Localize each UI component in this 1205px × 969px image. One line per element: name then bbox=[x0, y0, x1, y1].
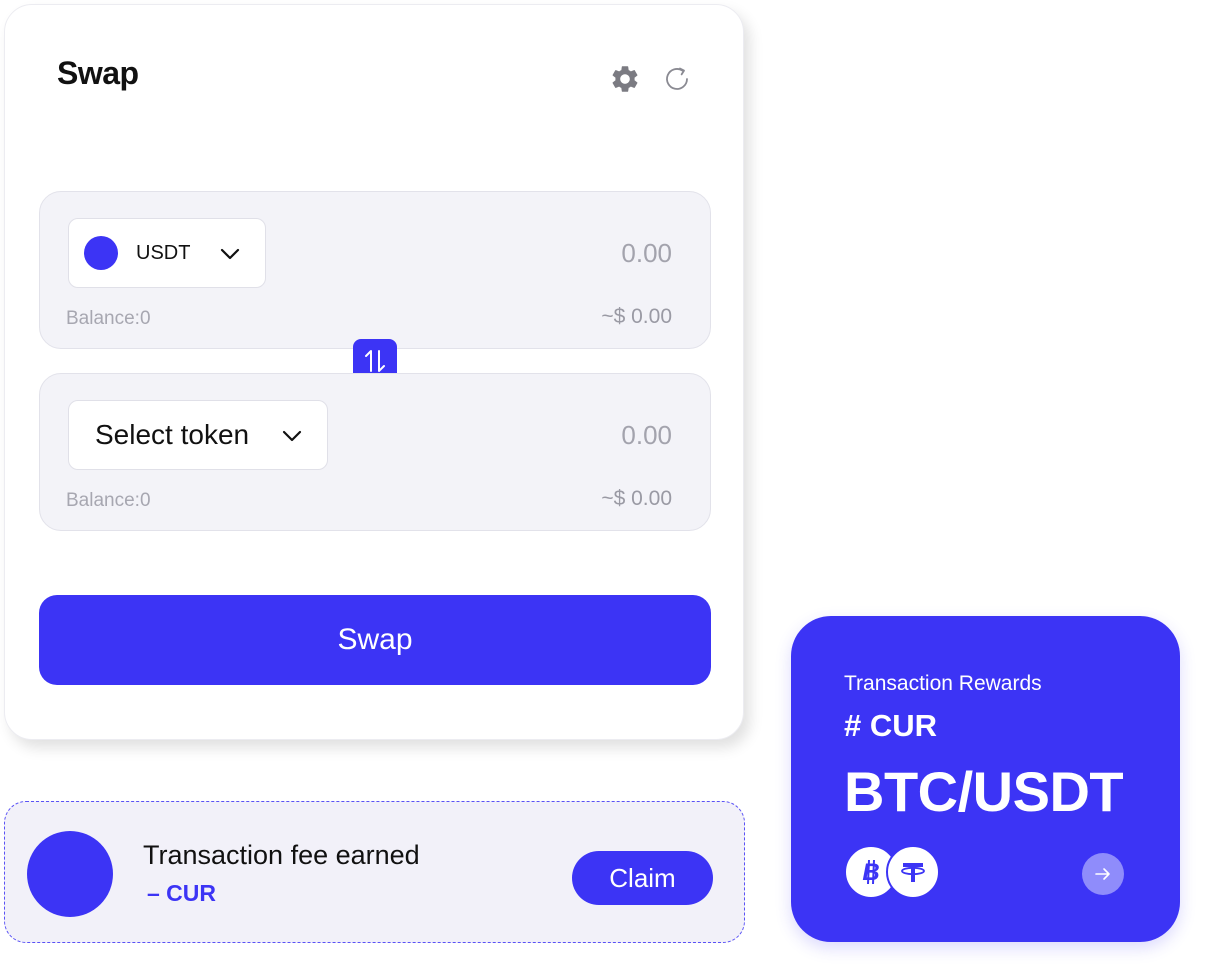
arrow-right-button[interactable] bbox=[1082, 853, 1124, 895]
to-token-name: Select token bbox=[95, 419, 250, 450]
to-token-select[interactable]: Select token bbox=[68, 400, 328, 470]
rewards-currency: # CUR bbox=[844, 708, 938, 743]
settings-button[interactable] bbox=[607, 61, 643, 97]
from-balance: Balance:0 bbox=[66, 308, 151, 329]
fee-amount: – CUR bbox=[147, 880, 217, 906]
rewards-pair: BTC/USDT bbox=[844, 760, 1124, 823]
swap-arrows-icon bbox=[365, 350, 385, 372]
fee-title: Transaction fee earned bbox=[143, 840, 420, 870]
from-amount-input[interactable]: 0.00 bbox=[621, 238, 672, 269]
chevron-down-icon bbox=[220, 248, 240, 260]
arrow-right-icon bbox=[1095, 868, 1110, 880]
refresh-icon bbox=[666, 67, 688, 90]
rewards-label: Transaction Rewards bbox=[844, 672, 1042, 695]
to-amount-input[interactable]: 0.00 bbox=[621, 420, 672, 451]
fee-card: Transaction fee earned – CUR Claim bbox=[4, 801, 745, 943]
from-token-name: USDT bbox=[136, 241, 191, 264]
from-token-panel: USDT 0.00 Balance:0 ~$ 0.00 bbox=[39, 191, 711, 349]
swap-card: Swap USDT 0.00 Balance:0 ~$ 0.00 Select … bbox=[4, 4, 744, 740]
to-token-panel: Select token 0.00 Balance:0 ~$ 0.00 bbox=[39, 373, 711, 531]
from-usd-value: ~$ 0.00 bbox=[601, 305, 672, 328]
tether-icon bbox=[886, 845, 940, 899]
refresh-button[interactable] bbox=[660, 61, 696, 97]
chevron-down-icon bbox=[282, 430, 302, 442]
to-balance: Balance:0 bbox=[66, 490, 151, 511]
swap-button[interactable]: Swap bbox=[39, 595, 711, 685]
rewards-card[interactable]: Transaction Rewards # CUR BTC/USDT B bbox=[791, 616, 1180, 942]
to-usd-value: ~$ 0.00 bbox=[601, 487, 672, 510]
avatar bbox=[27, 831, 113, 917]
from-token-select[interactable]: USDT bbox=[68, 218, 266, 288]
gear-icon bbox=[612, 66, 638, 92]
svg-text:B: B bbox=[862, 859, 879, 886]
swap-title: Swap bbox=[57, 55, 139, 91]
claim-button[interactable]: Claim bbox=[572, 851, 713, 905]
usdt-token-icon bbox=[84, 236, 118, 270]
